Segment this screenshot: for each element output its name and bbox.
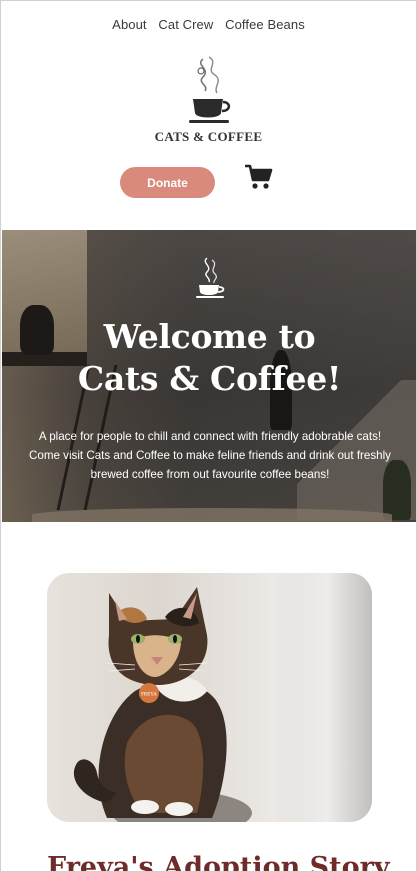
page: About Cat Crew Coffee Beans CATS & COFFE… <box>0 0 417 872</box>
coffee-cup-icon <box>195 257 224 298</box>
hero-description: A place for people to chill and connect … <box>29 430 391 481</box>
adoption-story-heading: Freya's Adoption Story <box>47 852 390 872</box>
nav-item-coffee-beans[interactable]: Coffee Beans <box>225 17 305 32</box>
nav-item-about[interactable]: About <box>112 17 146 32</box>
donate-button[interactable]: Donate <box>120 167 215 198</box>
shopping-cart-icon[interactable] <box>244 163 274 191</box>
cat-illustration: FREYA <box>73 587 252 822</box>
logo-text: CATS & COFFEE <box>154 129 263 144</box>
hero-title-line: Welcome to <box>103 317 316 356</box>
cat-photo: FREYA <box>47 573 372 822</box>
coffee-cup-logo-icon <box>188 56 230 123</box>
hero-banner: Welcome to Cats & Coffee! A place for pe… <box>2 230 416 522</box>
hero-title-line: Cats & Coffee! <box>77 359 342 398</box>
name-tag-text: FREYA <box>141 693 157 698</box>
header-actions: Donate <box>120 164 280 199</box>
hero-icon-wrap <box>2 256 416 298</box>
top-nav: About Cat Crew Coffee Beans <box>1 17 416 32</box>
site-logo[interactable]: CATS & COFFEE <box>1 55 416 145</box>
nav-item-cat-crew[interactable]: Cat Crew <box>158 17 213 32</box>
hero-title: Welcome to Cats & Coffee! <box>2 316 416 400</box>
